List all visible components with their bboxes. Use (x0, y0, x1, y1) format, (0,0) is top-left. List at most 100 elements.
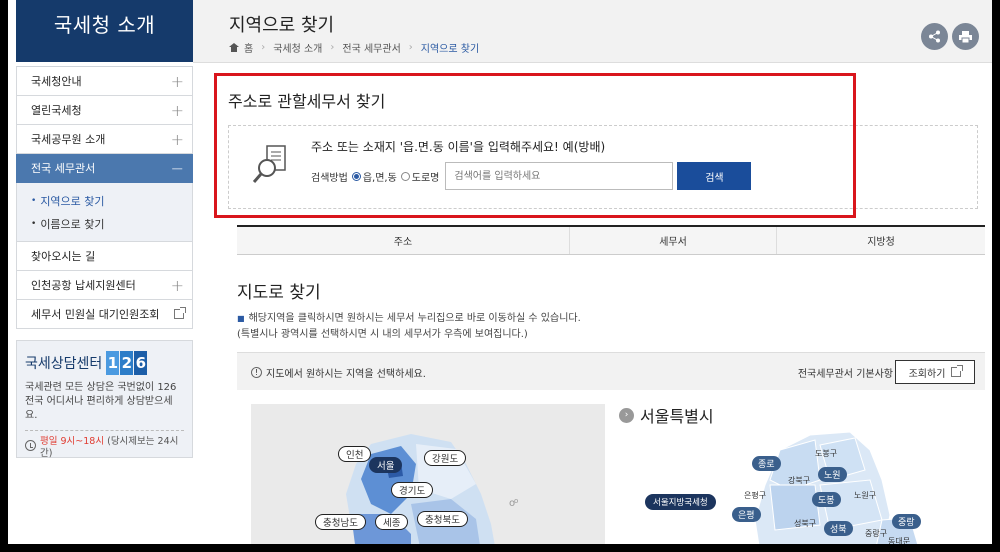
external-link-icon (174, 307, 186, 319)
district-button-dobong[interactable]: 도봉 (812, 492, 841, 507)
sidebar-item-nts-info[interactable]: 국세청안내 + (16, 67, 193, 96)
region-label-gangwon[interactable]: 강원도 (424, 450, 467, 466)
district-button-seongbuk[interactable]: 성북 (824, 521, 853, 536)
consult-desc: 국세관련 모든 상담은 국번없이 126 전국 어디서나 편리하게 상담받으세요… (25, 382, 177, 421)
korea-map: o o 인천 서울 강원도 경기도 충청남도 세종 충청북도 (251, 404, 605, 544)
page-header: 지역으로 찾기 홈 › 국세청 소개 › 전국 세무관서 › 지역으로 찾기 (193, 0, 992, 63)
island-mark: o (514, 497, 518, 505)
basic-info-label: 전국세무관서 기본사항 (797, 369, 893, 380)
submenu-item-by-name[interactable]: • 이름으로 찾기 (31, 212, 192, 235)
sidebar-item-officials[interactable]: 국세공무원 소개 + (16, 125, 193, 154)
print-icon (959, 30, 972, 43)
submenu-label: 이름으로 찾기 (40, 217, 105, 231)
region-label-chungbuk[interactable]: 충청북도 (417, 511, 468, 527)
chevron-right-icon: › (261, 42, 266, 53)
clock-icon (25, 440, 36, 451)
submenu-label: 지역으로 찾기 (40, 194, 105, 208)
sidebar-item-label: 찾아오시는 길 (31, 250, 96, 263)
sidebar-item-open-nts[interactable]: 열린국세청 + (16, 96, 193, 125)
browser-page: 국세청 소개 국세청안내 + 열린국세청 + 국세공무원 소개 + 전국 세무관… (8, 0, 992, 544)
hours-text: 평일 9시~18시 (당시제보는 24시간) (40, 436, 184, 460)
district-name: 도봉구 (815, 449, 838, 458)
plus-icon: + (170, 275, 184, 295)
consult-title-text: 국세상담센터 (25, 356, 103, 372)
breadcrumb-item[interactable]: 국세청 소개 (273, 40, 322, 55)
info-icon: ! (251, 367, 262, 378)
sidebar-item-label: 국세공무원 소개 (31, 133, 106, 146)
map-desc-line: 해당지역을 클릭하시면 원하시는 세무서 누리집으로 바로 이동하실 수 있습니… (248, 313, 581, 324)
sidebar-item-label: 전국 세무관서 (31, 162, 96, 175)
highlight-box (214, 73, 856, 218)
sidebar-item-label: 세무서 민원실 대기인원조회 (31, 308, 160, 321)
region-label-gyeonggi[interactable]: 경기도 (391, 482, 434, 498)
district-button-jungnang[interactable]: 중랑 (892, 514, 921, 529)
sidebar-item-label: 인천공항 납세지원센터 (31, 279, 136, 292)
tab-regional-office[interactable]: 지방청 (777, 227, 985, 254)
consult-title: 국세상담센터 1 2 6 (25, 351, 184, 375)
share-button[interactable] (921, 23, 948, 50)
submenu-item-by-region[interactable]: • 지역으로 찾기 (31, 189, 192, 212)
digit: 6 (134, 351, 148, 375)
sidebar-item-waiting-count[interactable]: 세무서 민원실 대기인원조회 (16, 300, 193, 329)
seoul-title-text: 서울특별시 (640, 407, 714, 426)
breadcrumb-item[interactable]: 전국 세무관서 (342, 40, 400, 55)
sidebar-submenu: • 지역으로 찾기 • 이름으로 찾기 (16, 183, 193, 242)
district-name: 동대문 (888, 537, 911, 544)
seoul-regional-office-label[interactable]: 서울지방국세청 (645, 494, 716, 510)
map-description: ■ 해당지역을 클릭하시면 원하시는 세무서 누리집으로 바로 이동하실 수 있습… (237, 311, 581, 343)
breadcrumb-current: 지역으로 찾기 (420, 44, 480, 55)
chevron-right-icon: › (330, 42, 335, 53)
sidebar-item-label: 국세청안내 (31, 75, 82, 88)
page-title: 지역으로 찾기 (229, 15, 335, 36)
region-label-seoul[interactable]: 서울 (369, 457, 403, 473)
region-label-incheon[interactable]: 인천 (338, 446, 372, 462)
region-label-chungnam[interactable]: 충청남도 (315, 514, 366, 530)
sidebar-item-label: 열린국세청 (31, 104, 82, 117)
view-button-label: 조회하기 (908, 368, 946, 380)
result-tabs: 주소 세무서 지방청 (237, 225, 985, 255)
phone-number-126: 1 2 6 (106, 351, 148, 375)
breadcrumb-home[interactable]: 홈 (244, 40, 253, 55)
hours-weekday: 평일 9시~18시 (40, 436, 105, 447)
map-desc-line: (특별시나 광역시를 선택하시면 시 내의 세무서가 우측에 보여집니다.) (237, 329, 528, 340)
consult-hours: 평일 9시~18시 (당시제보는 24시간) (25, 436, 184, 460)
minus-icon: − (170, 158, 184, 178)
breadcrumb: 홈 › 국세청 소개 › 전국 세무관서 › 지역으로 찾기 (229, 40, 479, 55)
sidebar-title: 국세청 소개 (16, 0, 193, 62)
share-icon (929, 30, 940, 43)
seoul-title: › 서울특별시 (619, 403, 714, 427)
district-button-eunpyeong[interactable]: 은평 (732, 507, 761, 522)
map-section-title: 지도로 찾기 (237, 283, 321, 303)
tab-tax-office[interactable]: 세무서 (570, 227, 777, 254)
plus-icon: + (170, 71, 184, 91)
chevron-right-icon: › (408, 42, 413, 53)
chevron-right-icon: › (619, 407, 634, 423)
plus-icon: + (170, 100, 184, 120)
district-button-nowon[interactable]: 노원 (818, 467, 847, 482)
external-link-icon (951, 365, 964, 377)
bullet-icon: ■ (237, 314, 245, 323)
seoul-map: 도봉구 강북구 노원구 은평구 성북구 중랑구 종로 노원 도봉 은평 성북 중… (620, 430, 992, 544)
district-name: 강북구 (788, 476, 811, 485)
district-name: 은평구 (744, 491, 767, 500)
district-button-jongno[interactable]: 종로 (752, 456, 781, 471)
tab-address[interactable]: 주소 (237, 227, 570, 254)
print-button[interactable] (952, 23, 979, 50)
sidebar-item-airport-center[interactable]: 인천공항 납세지원센터 + (16, 271, 193, 300)
sidebar-item-directions[interactable]: 찾아오시는 길 (16, 242, 193, 271)
bullet-icon: • (31, 218, 37, 229)
sidebar-menu: 국세청안내 + 열린국세청 + 국세공무원 소개 + 전국 세무관서 − • 지역… (16, 66, 193, 329)
digit: 2 (120, 351, 134, 375)
plus-icon: + (170, 129, 184, 149)
info-text: 지도에서 원하시는 지역을 선택하세요. (266, 369, 426, 380)
info-message: ! 지도에서 원하시는 지역을 선택하세요. (251, 365, 426, 380)
district-name: 성북구 (794, 519, 817, 528)
divider (25, 430, 184, 431)
district-name: 중랑구 (865, 529, 888, 538)
view-button[interactable]: 조회하기 (895, 360, 975, 384)
bullet-icon: • (31, 195, 37, 206)
sidebar-item-tax-offices[interactable]: 전국 세무관서 − (16, 154, 193, 183)
region-label-sejong[interactable]: 세종 (375, 514, 409, 530)
home-icon[interactable] (229, 43, 239, 52)
map-info-bar: ! 지도에서 원하시는 지역을 선택하세요. 전국세무관서 기본사항 조회하기 (237, 352, 985, 390)
